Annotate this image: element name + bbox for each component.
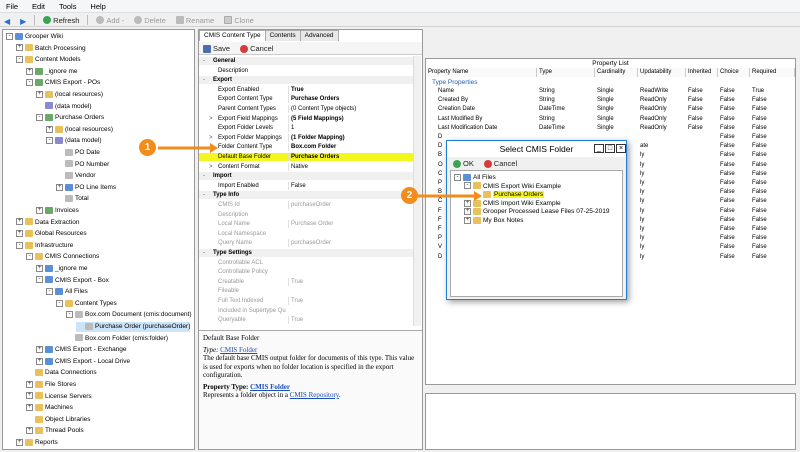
callout-arrows <box>158 143 482 201</box>
callout-2-badge: 2 <box>401 187 418 204</box>
callout-1-arrowhead <box>210 143 218 153</box>
callout-1-badge: 1 <box>139 139 156 156</box>
callout-2-arrowhead <box>474 191 482 201</box>
